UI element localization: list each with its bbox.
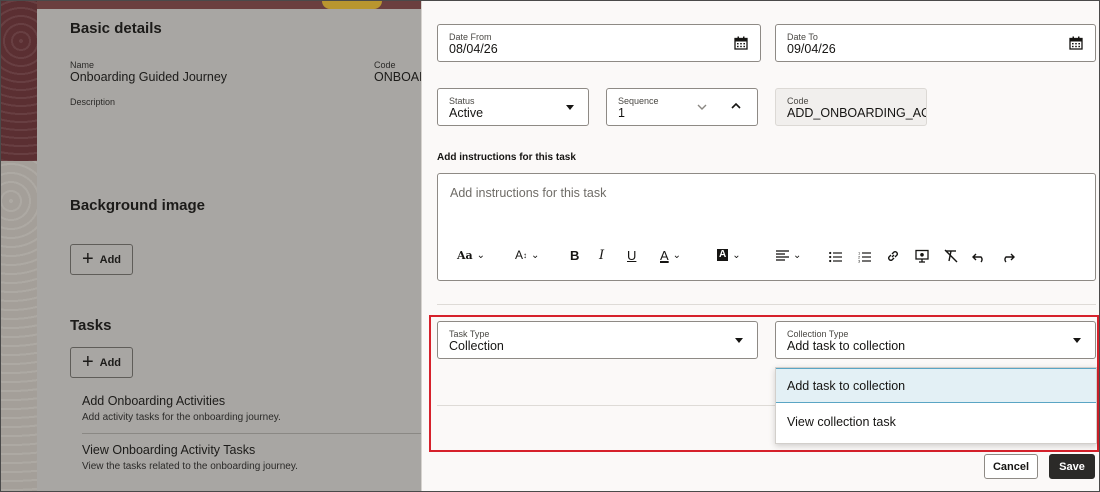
chevron-down-icon: ⌄ (732, 249, 741, 261)
code-label: Code (787, 96, 809, 106)
chevron-down-icon: ⌄ (672, 249, 682, 261)
collection-type-dropdown: Add task to collection View collection t… (775, 367, 1097, 444)
code-value: ADD_ONBOARDING_ACT (787, 106, 927, 120)
bold-button[interactable]: B (570, 247, 579, 263)
link-icon[interactable] (886, 248, 900, 264)
embed-image-icon[interactable] (915, 248, 929, 264)
align-button[interactable]: ⌄ (776, 247, 801, 263)
bold-icon: B (570, 247, 580, 263)
instructions-editor[interactable]: Add instructions for this task Aa ⌄ A ↕ ⌄… (437, 173, 1096, 281)
status-select[interactable]: Status Active (437, 88, 589, 126)
task-type-select[interactable]: Task Type Collection (437, 321, 758, 359)
bulleted-list-icon[interactable] (829, 249, 842, 265)
chevron-down-icon: ⌄ (476, 249, 486, 261)
undo-icon[interactable] (972, 249, 986, 265)
add-task-label: Add (99, 356, 122, 369)
option-view-collection-task[interactable]: View collection task (776, 404, 1096, 439)
font-color-button[interactable]: A ⌄ (660, 247, 681, 263)
background-banner (37, 1, 421, 9)
add-task-button[interactable]: + Add (70, 347, 133, 378)
task-title[interactable]: Add Onboarding Activities (82, 394, 225, 408)
chevron-down-icon[interactable] (697, 103, 707, 111)
sequence-value: 1 (618, 106, 625, 120)
date-from-value: 08/04/26 (449, 42, 498, 56)
highlight-color-icon: A (717, 249, 729, 261)
basic-details-heading: Basic details (70, 20, 162, 37)
numbered-list-icon[interactable]: 123 (858, 249, 871, 265)
plus-icon: + (81, 350, 94, 373)
name-label: Name (70, 60, 95, 70)
status-value: Active (449, 106, 484, 120)
description-label: Description (70, 97, 116, 107)
date-from-label: Date From (449, 32, 492, 42)
task-type-label: Task Type (449, 329, 490, 339)
journey-details-card: Basic details Name Onboarding Guided Jou… (37, 9, 428, 491)
redo-icon[interactable] (1001, 249, 1015, 265)
caret-down-icon (1073, 338, 1081, 343)
code-field: Code ADD_ONBOARDING_ACT (775, 88, 927, 126)
task-type-value: Collection (449, 339, 504, 353)
task-subtitle: View the tasks related to the onboarding… (82, 461, 298, 472)
align-left-icon (776, 249, 789, 261)
background-decoration (1, 1, 37, 491)
task-drawer: Date From 08/04/26 Date To 09/04/26 Stat… (421, 1, 1099, 491)
instructions-placeholder: Add instructions for this task (450, 186, 607, 200)
italic-button[interactable]: I (599, 247, 604, 263)
instructions-label: Add instructions for this task (437, 152, 576, 163)
italic-icon: I (599, 247, 605, 263)
date-to-label: Date To (787, 32, 818, 42)
clear-formatting-icon[interactable] (944, 248, 958, 264)
caret-down-icon (735, 338, 743, 343)
calendar-icon[interactable] (1069, 36, 1083, 50)
date-to-field[interactable]: Date To 09/04/26 (775, 24, 1096, 62)
font-size-button[interactable]: A ↕ ⌄ (515, 247, 539, 263)
add-button-label: Add (99, 253, 122, 266)
font-size-icon: A (515, 248, 524, 262)
collection-type-label: Collection Type (787, 329, 849, 339)
sequence-stepper[interactable]: Sequence 1 (606, 88, 758, 126)
background-color-button[interactable]: A ⌄ (717, 247, 741, 263)
underline-icon: U (627, 247, 637, 263)
task-subtitle: Add activity tasks for the onboarding jo… (82, 412, 281, 423)
section-divider (437, 304, 1096, 305)
font-family-button[interactable]: Aa ⌄ (457, 247, 485, 263)
background-image-heading: Background image (70, 197, 206, 214)
option-add-task-to-collection[interactable]: Add task to collection (776, 368, 1096, 403)
sequence-label: Sequence (618, 96, 659, 106)
collection-type-value: Add task to collection (787, 339, 906, 353)
chevron-down-icon: ⌄ (793, 249, 802, 261)
svg-text:3: 3 (858, 259, 861, 264)
date-to-value: 09/04/26 (787, 42, 836, 56)
tasks-heading: Tasks (70, 317, 112, 334)
calendar-icon[interactable] (734, 36, 748, 50)
app-frame: Basic details Name Onboarding Guided Jou… (0, 0, 1100, 492)
code-label: Code (374, 60, 396, 70)
section-divider (437, 405, 777, 406)
underline-button[interactable]: U (627, 247, 636, 263)
cancel-button[interactable]: Cancel (984, 454, 1038, 479)
font-color-icon: A (660, 247, 669, 263)
font-icon: Aa (457, 248, 473, 262)
name-value: Onboarding Guided Journey (70, 70, 228, 84)
collection-type-select[interactable]: Collection Type Add task to collection (775, 321, 1096, 359)
status-label: Status (449, 96, 475, 106)
save-button[interactable]: Save (1049, 454, 1095, 479)
task-title[interactable]: View Onboarding Activity Tasks (82, 443, 255, 457)
divider (82, 433, 421, 434)
chevron-up-icon[interactable] (731, 102, 741, 110)
caret-down-icon (566, 105, 574, 110)
chevron-down-icon: ⌄ (531, 249, 540, 261)
date-from-field[interactable]: Date From 08/04/26 (437, 24, 761, 62)
add-background-image-button[interactable]: + Add (70, 244, 133, 275)
plus-icon: + (81, 247, 94, 270)
